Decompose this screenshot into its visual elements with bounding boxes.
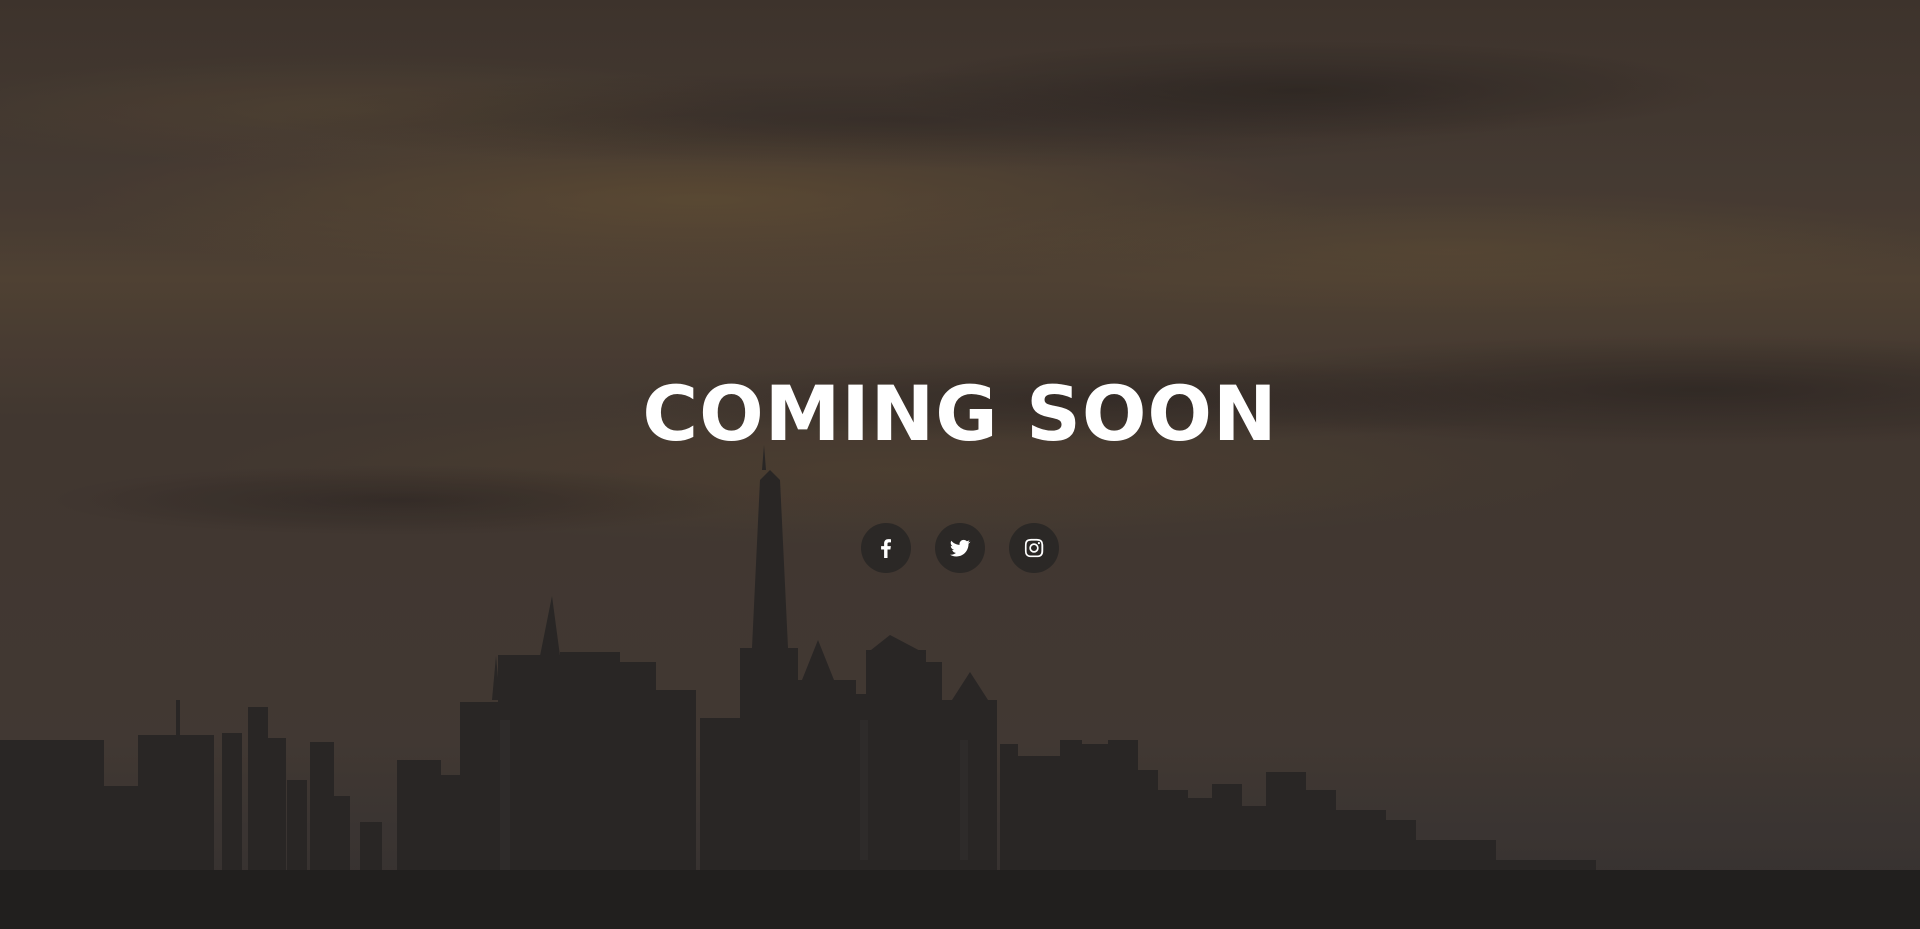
hero-section: COMING SOON: [0, 0, 1920, 929]
social-links: [0, 523, 1920, 573]
main-content: COMING SOON: [0, 0, 1920, 929]
instagram-button[interactable]: [1009, 523, 1059, 573]
facebook-button[interactable]: [861, 523, 911, 573]
twitter-icon: [949, 539, 971, 557]
facebook-icon: [881, 539, 891, 558]
twitter-button[interactable]: [935, 523, 985, 573]
page-title: COMING SOON: [642, 369, 1278, 458]
instagram-icon: [1024, 538, 1044, 558]
